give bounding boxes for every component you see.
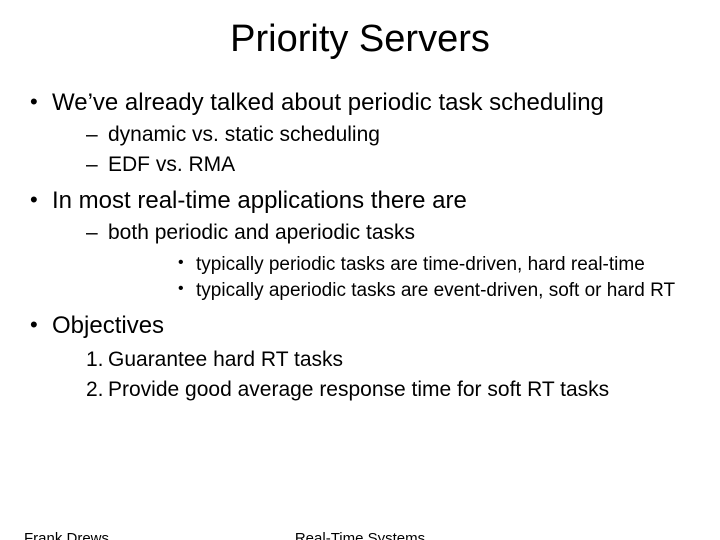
sub-bullet-item: EDF vs. RMA	[52, 151, 696, 179]
bullet-text: Objectives	[52, 312, 164, 339]
bullet-item: In most real-time applications there are…	[24, 185, 696, 304]
number-prefix: 1.	[86, 346, 104, 374]
numbered-text: Guarantee hard RT tasks	[108, 348, 343, 371]
bullet-text: In most real-time applications there are	[52, 187, 467, 214]
sub-bullet-item: both periodic and aperiodic tasks typica…	[52, 219, 696, 304]
slide-title: Priority Servers	[0, 18, 720, 61]
sub-bullet-item: dynamic vs. static scheduling	[52, 121, 696, 149]
slide: Priority Servers We’ve already talked ab…	[0, 18, 720, 540]
bullet-item: We’ve already talked about periodic task…	[24, 87, 696, 179]
bullet-list: We’ve already talked about periodic task…	[24, 87, 696, 404]
sub-bullet-text: both periodic and aperiodic tasks	[108, 221, 415, 244]
footer-left: Frank Drews	[24, 530, 109, 540]
numbered-text: Provide good average response time for s…	[108, 378, 609, 401]
number-prefix: 2.	[86, 376, 104, 404]
sub-sub-bullet-list: typically periodic tasks are time-driven…	[108, 252, 696, 304]
sub-sub-bullet-item: typically periodic tasks are time-driven…	[108, 252, 696, 278]
numbered-item: 2. Provide good average response time fo…	[52, 376, 696, 404]
bullet-text: We’ve already talked about periodic task…	[52, 89, 604, 116]
numbered-item: 1. Guarantee hard RT tasks	[52, 346, 696, 374]
sub-bullet-text: EDF vs. RMA	[108, 153, 235, 176]
sub-bullet-list: dynamic vs. static scheduling EDF vs. RM…	[52, 121, 696, 179]
bullet-item: Objectives 1. Guarantee hard RT tasks 2.…	[24, 310, 696, 404]
sub-sub-bullet-text: typically aperiodic tasks are event-driv…	[196, 280, 675, 301]
slide-content: We’ve already talked about periodic task…	[0, 87, 720, 404]
sub-bullet-list: both periodic and aperiodic tasks typica…	[52, 219, 696, 304]
sub-sub-bullet-text: typically periodic tasks are time-driven…	[196, 254, 645, 275]
sub-sub-bullet-item: typically aperiodic tasks are event-driv…	[108, 278, 696, 304]
sub-bullet-text: dynamic vs. static scheduling	[108, 123, 380, 146]
numbered-list: 1. Guarantee hard RT tasks 2. Provide go…	[52, 346, 696, 404]
